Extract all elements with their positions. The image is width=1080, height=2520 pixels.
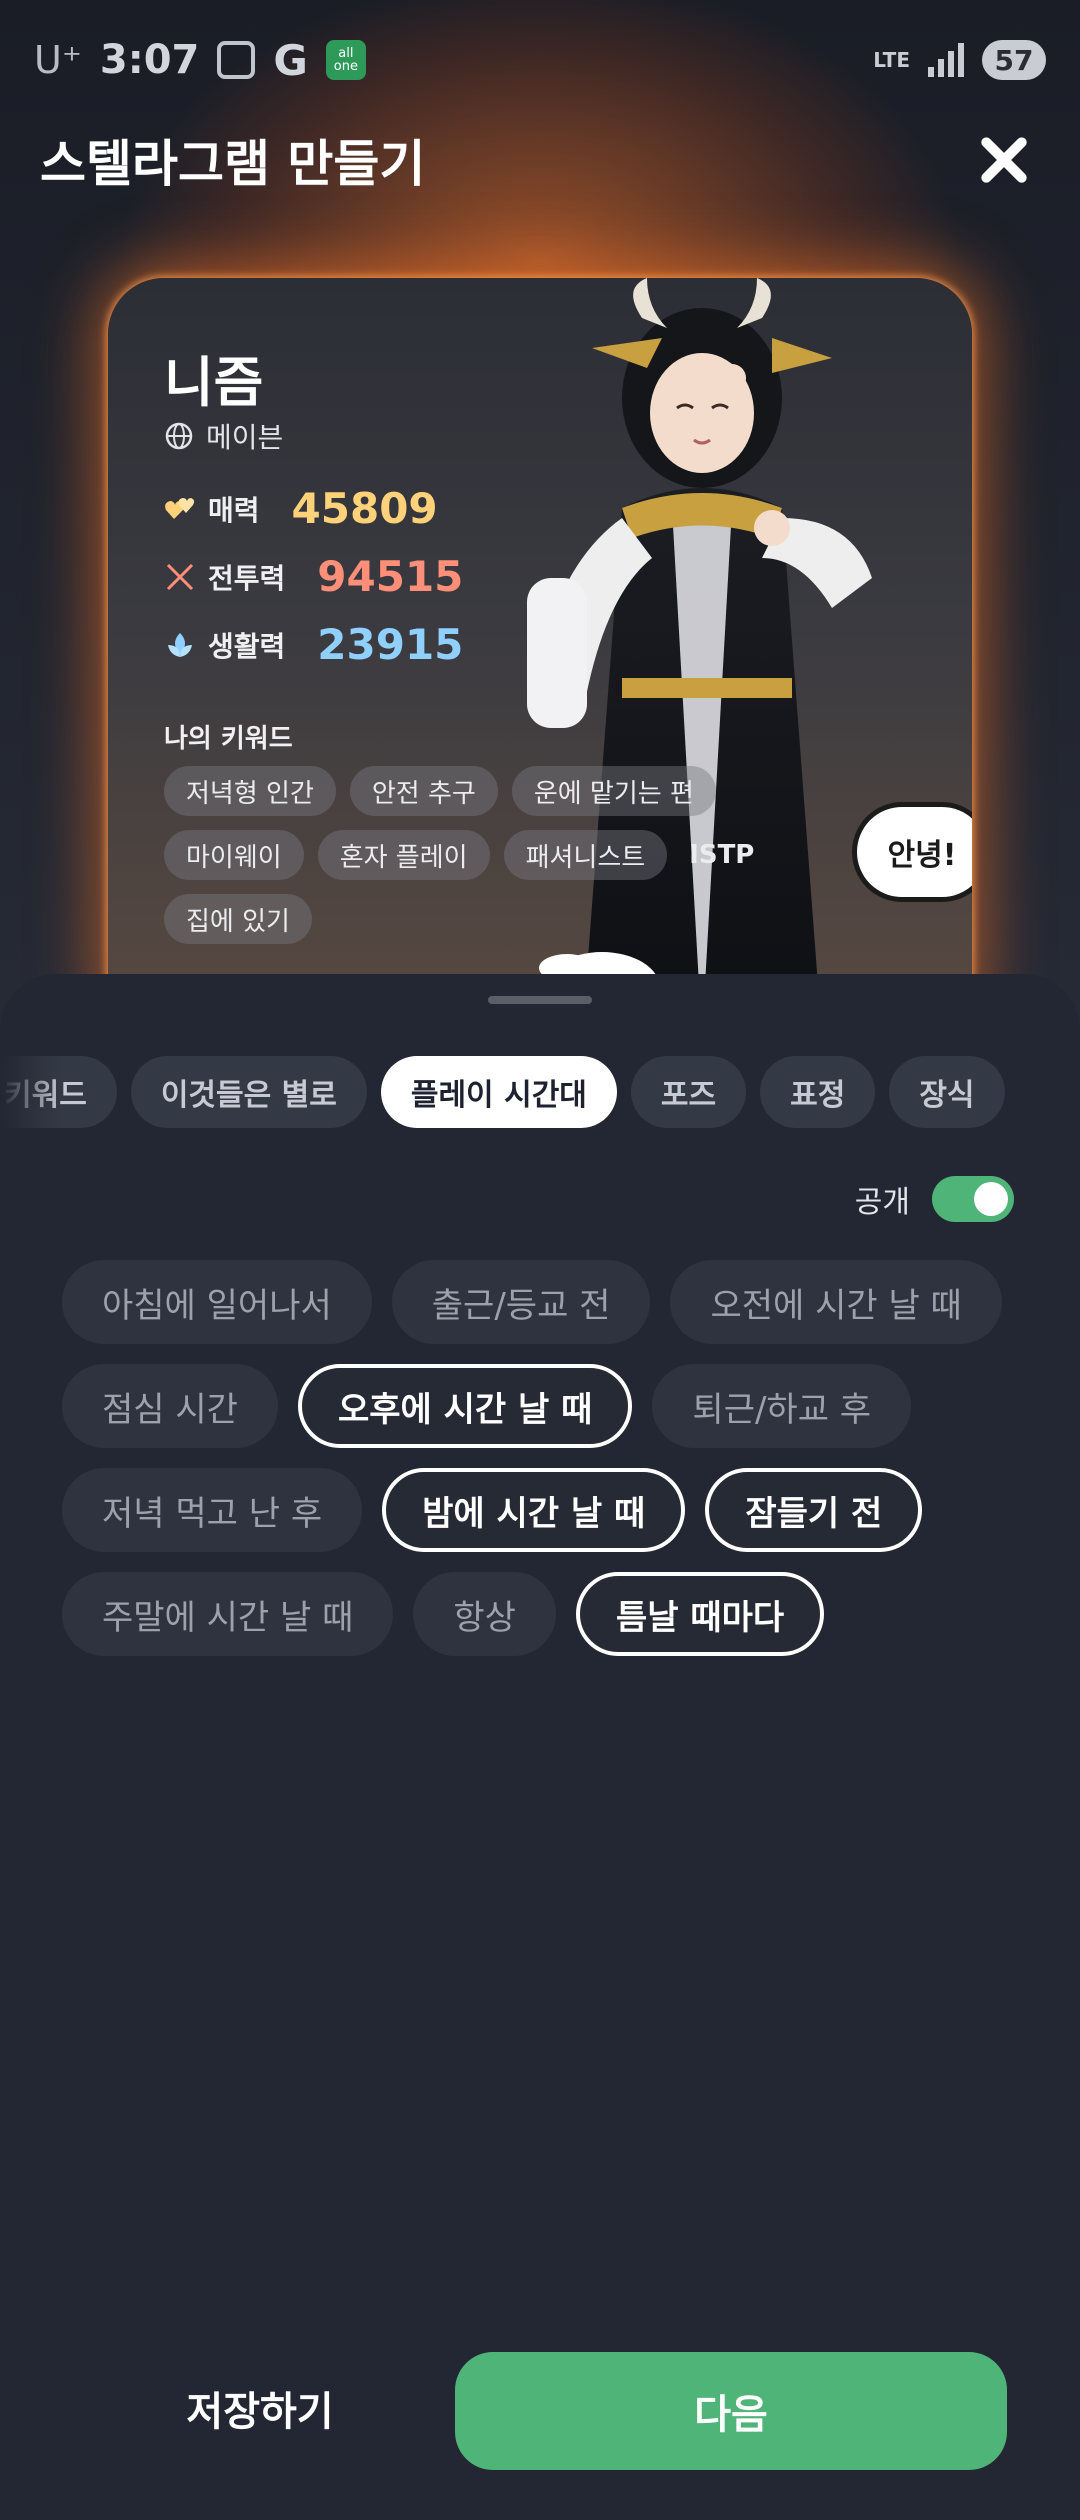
option-chip-selected[interactable]: 잠들기 전 [705,1468,923,1552]
stat-charm: 매력 45809 [164,484,438,533]
allone-app-icon: all one [325,40,366,80]
globe-icon [165,422,193,450]
lte-icon: LTE [873,48,910,72]
keyword-chip: 저녁형 인간 [164,766,336,816]
option-chip[interactable]: 항상 [413,1572,556,1656]
clock: 3:07 [99,37,200,83]
public-row: 공개 [855,1176,1014,1222]
google-icon: G [273,35,308,85]
keyword-chip: 운에 맡기는 편 [511,766,716,816]
tabs-fade-right [1000,1056,1080,1128]
stat-combat: 전투력 94515 [164,552,463,601]
stat-life: 생활력 23915 [164,620,463,669]
tab-pose[interactable]: 포즈 [630,1056,747,1128]
carrier-label: U⁺ [34,38,82,82]
signal-icon [928,43,964,77]
status-right: LTE 57 [873,40,1046,80]
keyword-chip: 안전 추구 [349,766,498,816]
option-chip-selected[interactable]: 틈날 때마다 [575,1572,825,1656]
save-button[interactable]: 저장하기 [120,2348,400,2468]
stat-label: 매력 [208,493,260,527]
close-icon[interactable] [968,124,1040,196]
option-chip[interactable]: 점심 시간 [62,1364,278,1448]
tabs-track: 키워드 이것들은 별로 플레이 시간대 포즈 표정 장식 [0,1056,1005,1128]
public-label: 공개 [854,1185,910,1220]
character-name: 니즘 [164,351,264,414]
battery-icon: 57 [982,40,1046,80]
option-chip[interactable]: 출근/등교 전 [391,1260,651,1344]
stat-value: 23915 [317,620,464,669]
profile-card: 니즘 메이븐 매력 45809 전투력 94515 생활력 23915 나의 키… [108,278,972,1038]
speech-bubble: 안녕! [852,802,972,902]
keyword-chip: 마이웨이 [164,830,304,880]
option-chip[interactable]: 저녁 먹고 난 후 [62,1468,363,1552]
option-chip[interactable]: 퇴근/하교 후 [652,1364,912,1448]
leaf-icon [168,632,192,657]
option-chip[interactable]: 오전에 시간 날 때 [670,1260,1002,1344]
keyword-chip: 집에 있기 [164,894,312,944]
sheet-handle[interactable] [488,996,592,1004]
page: U⁺ 3:07 G all one LTE 57 스텔라그램 만들기 니즘 메이… [0,0,1080,2520]
option-chip[interactable]: 아침에 일어나서 [62,1260,372,1344]
status-bar: U⁺ 3:07 G all one LTE 57 [0,0,1080,120]
header: 스텔라그램 만들기 [0,120,1080,200]
page-title: 스텔라그램 만들기 [40,135,426,193]
keyword-chips: 저녁형 인간 안전 추구 운에 맡기는 편 마이웨이 혼자 플레이 패셔니스트 … [164,766,784,944]
bottom-sheet: 키워드 이것들은 별로 플레이 시간대 포즈 표정 장식 공개 아침에 일어나서… [0,974,1080,2520]
option-chip-selected[interactable]: 오후에 시간 날 때 [297,1364,633,1448]
tab-decoration[interactable]: 장식 [889,1056,1005,1128]
toggle-knob [974,1182,1008,1216]
stat-label: 생활력 [208,629,286,663]
mbti-chip: ISTP [689,840,755,870]
stat-label: 전투력 [208,561,286,595]
play-time-options: 아침에 일어나서 출근/등교 전 오전에 시간 날 때 점심 시간 오후에 시간… [62,1260,1022,1656]
tab-dislikes[interactable]: 이것들은 별로 [130,1056,367,1128]
keywords-title: 나의 키워드 [164,724,293,754]
option-chip[interactable]: 주말에 시간 날 때 [62,1572,394,1656]
tab-play-time[interactable]: 플레이 시간대 [380,1056,617,1128]
tabs-fade-left [0,1056,60,1128]
crossed-swords-icon [166,563,194,590]
screenshot-icon [217,41,256,79]
tab-expression[interactable]: 표정 [760,1056,876,1128]
server-row: 메이븐 [164,416,283,456]
keyword-chip: 패셔니스트 [503,830,668,880]
status-left: U⁺ 3:07 G all one [34,36,366,85]
public-toggle[interactable] [932,1176,1014,1222]
stat-value: 94515 [317,552,464,601]
hearts-icon [165,497,195,519]
stat-value: 45809 [291,484,438,533]
category-tabs: 키워드 이것들은 별로 플레이 시간대 포즈 표정 장식 [0,1056,1080,1128]
next-button[interactable]: 다음 [455,2352,1007,2470]
server-name: 메이븐 [206,421,284,454]
option-chip-selected[interactable]: 밤에 시간 날 때 [382,1468,686,1552]
keyword-chip: 혼자 플레이 [317,830,490,880]
